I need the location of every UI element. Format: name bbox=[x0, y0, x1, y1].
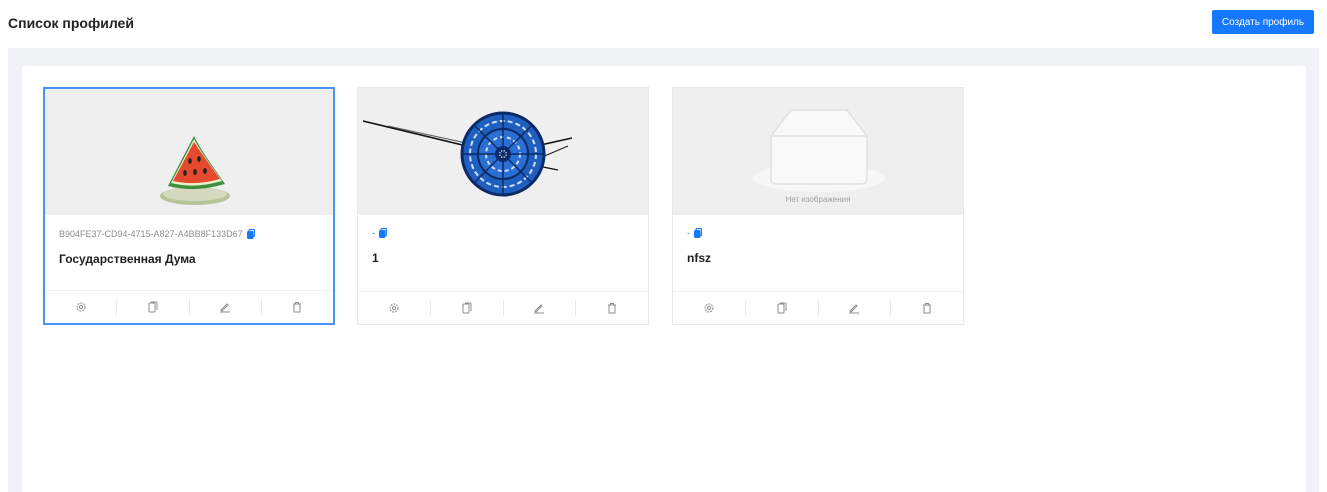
settings-button[interactable] bbox=[358, 300, 431, 316]
profile-cover bbox=[45, 89, 333, 215]
delete-icon bbox=[293, 302, 302, 313]
create-profile-button[interactable]: Создать профиль bbox=[1212, 10, 1314, 34]
edit-button[interactable] bbox=[819, 300, 892, 316]
copy-icon bbox=[777, 302, 787, 314]
page-title: Список профилей bbox=[8, 15, 134, 31]
copy-id-icon[interactable] bbox=[246, 229, 255, 239]
delete-icon bbox=[923, 303, 932, 314]
copy-id-icon[interactable] bbox=[379, 228, 387, 238]
edit-button[interactable] bbox=[504, 300, 577, 316]
profile-card[interactable]: B904FE37-CD94-4715-A827-A4BB8F133D67 Гос… bbox=[43, 87, 335, 325]
delete-button[interactable] bbox=[576, 300, 648, 316]
profiles-page: Список профилей Создать профиль B904FE37… bbox=[0, 0, 1327, 492]
profile-name: nfsz bbox=[687, 251, 711, 265]
profile-name: 1 bbox=[372, 251, 379, 265]
settings-button[interactable] bbox=[673, 300, 746, 316]
copy-button[interactable] bbox=[746, 300, 819, 316]
edit-icon bbox=[534, 304, 545, 314]
settings-icon bbox=[704, 303, 714, 313]
profile-id-text: - bbox=[372, 228, 375, 238]
blue-ornament-emblem-image bbox=[362, 111, 573, 197]
card-actions bbox=[358, 291, 648, 324]
profile-card[interactable]: Нет изображения - nfsz bbox=[672, 87, 964, 325]
profile-id-text: - bbox=[687, 228, 690, 238]
profile-card[interactable]: - 1 bbox=[357, 87, 649, 325]
copy-button[interactable] bbox=[431, 300, 504, 316]
profile-id: - bbox=[687, 228, 702, 238]
delete-button[interactable] bbox=[262, 299, 333, 315]
watermelon-emblem-image bbox=[160, 136, 230, 205]
profile-cover bbox=[358, 88, 648, 215]
delete-icon bbox=[608, 303, 617, 314]
copy-icon bbox=[148, 301, 158, 313]
card-actions bbox=[45, 290, 333, 323]
edit-icon bbox=[849, 304, 860, 314]
edit-icon bbox=[220, 303, 231, 313]
profile-id-text: B904FE37-CD94-4715-A827-A4BB8F133D67 bbox=[59, 229, 243, 239]
profile-cover: Нет изображения bbox=[673, 88, 963, 215]
settings-icon bbox=[389, 303, 399, 313]
delete-button[interactable] bbox=[891, 300, 963, 316]
profile-id: - bbox=[372, 228, 387, 238]
settings-icon bbox=[76, 302, 86, 312]
page-header: Список профилей Создать профиль bbox=[0, 0, 1327, 48]
card-actions bbox=[673, 291, 963, 324]
copy-icon bbox=[462, 302, 472, 314]
copy-id-icon[interactable] bbox=[694, 228, 702, 238]
settings-button[interactable] bbox=[45, 299, 118, 315]
profile-id: B904FE37-CD94-4715-A827-A4BB8F133D67 bbox=[59, 229, 255, 239]
edit-button[interactable] bbox=[190, 299, 262, 315]
no-image-text: Нет изображения bbox=[785, 195, 851, 204]
profile-name: Государственная Дума bbox=[59, 252, 196, 266]
copy-button[interactable] bbox=[117, 299, 190, 315]
